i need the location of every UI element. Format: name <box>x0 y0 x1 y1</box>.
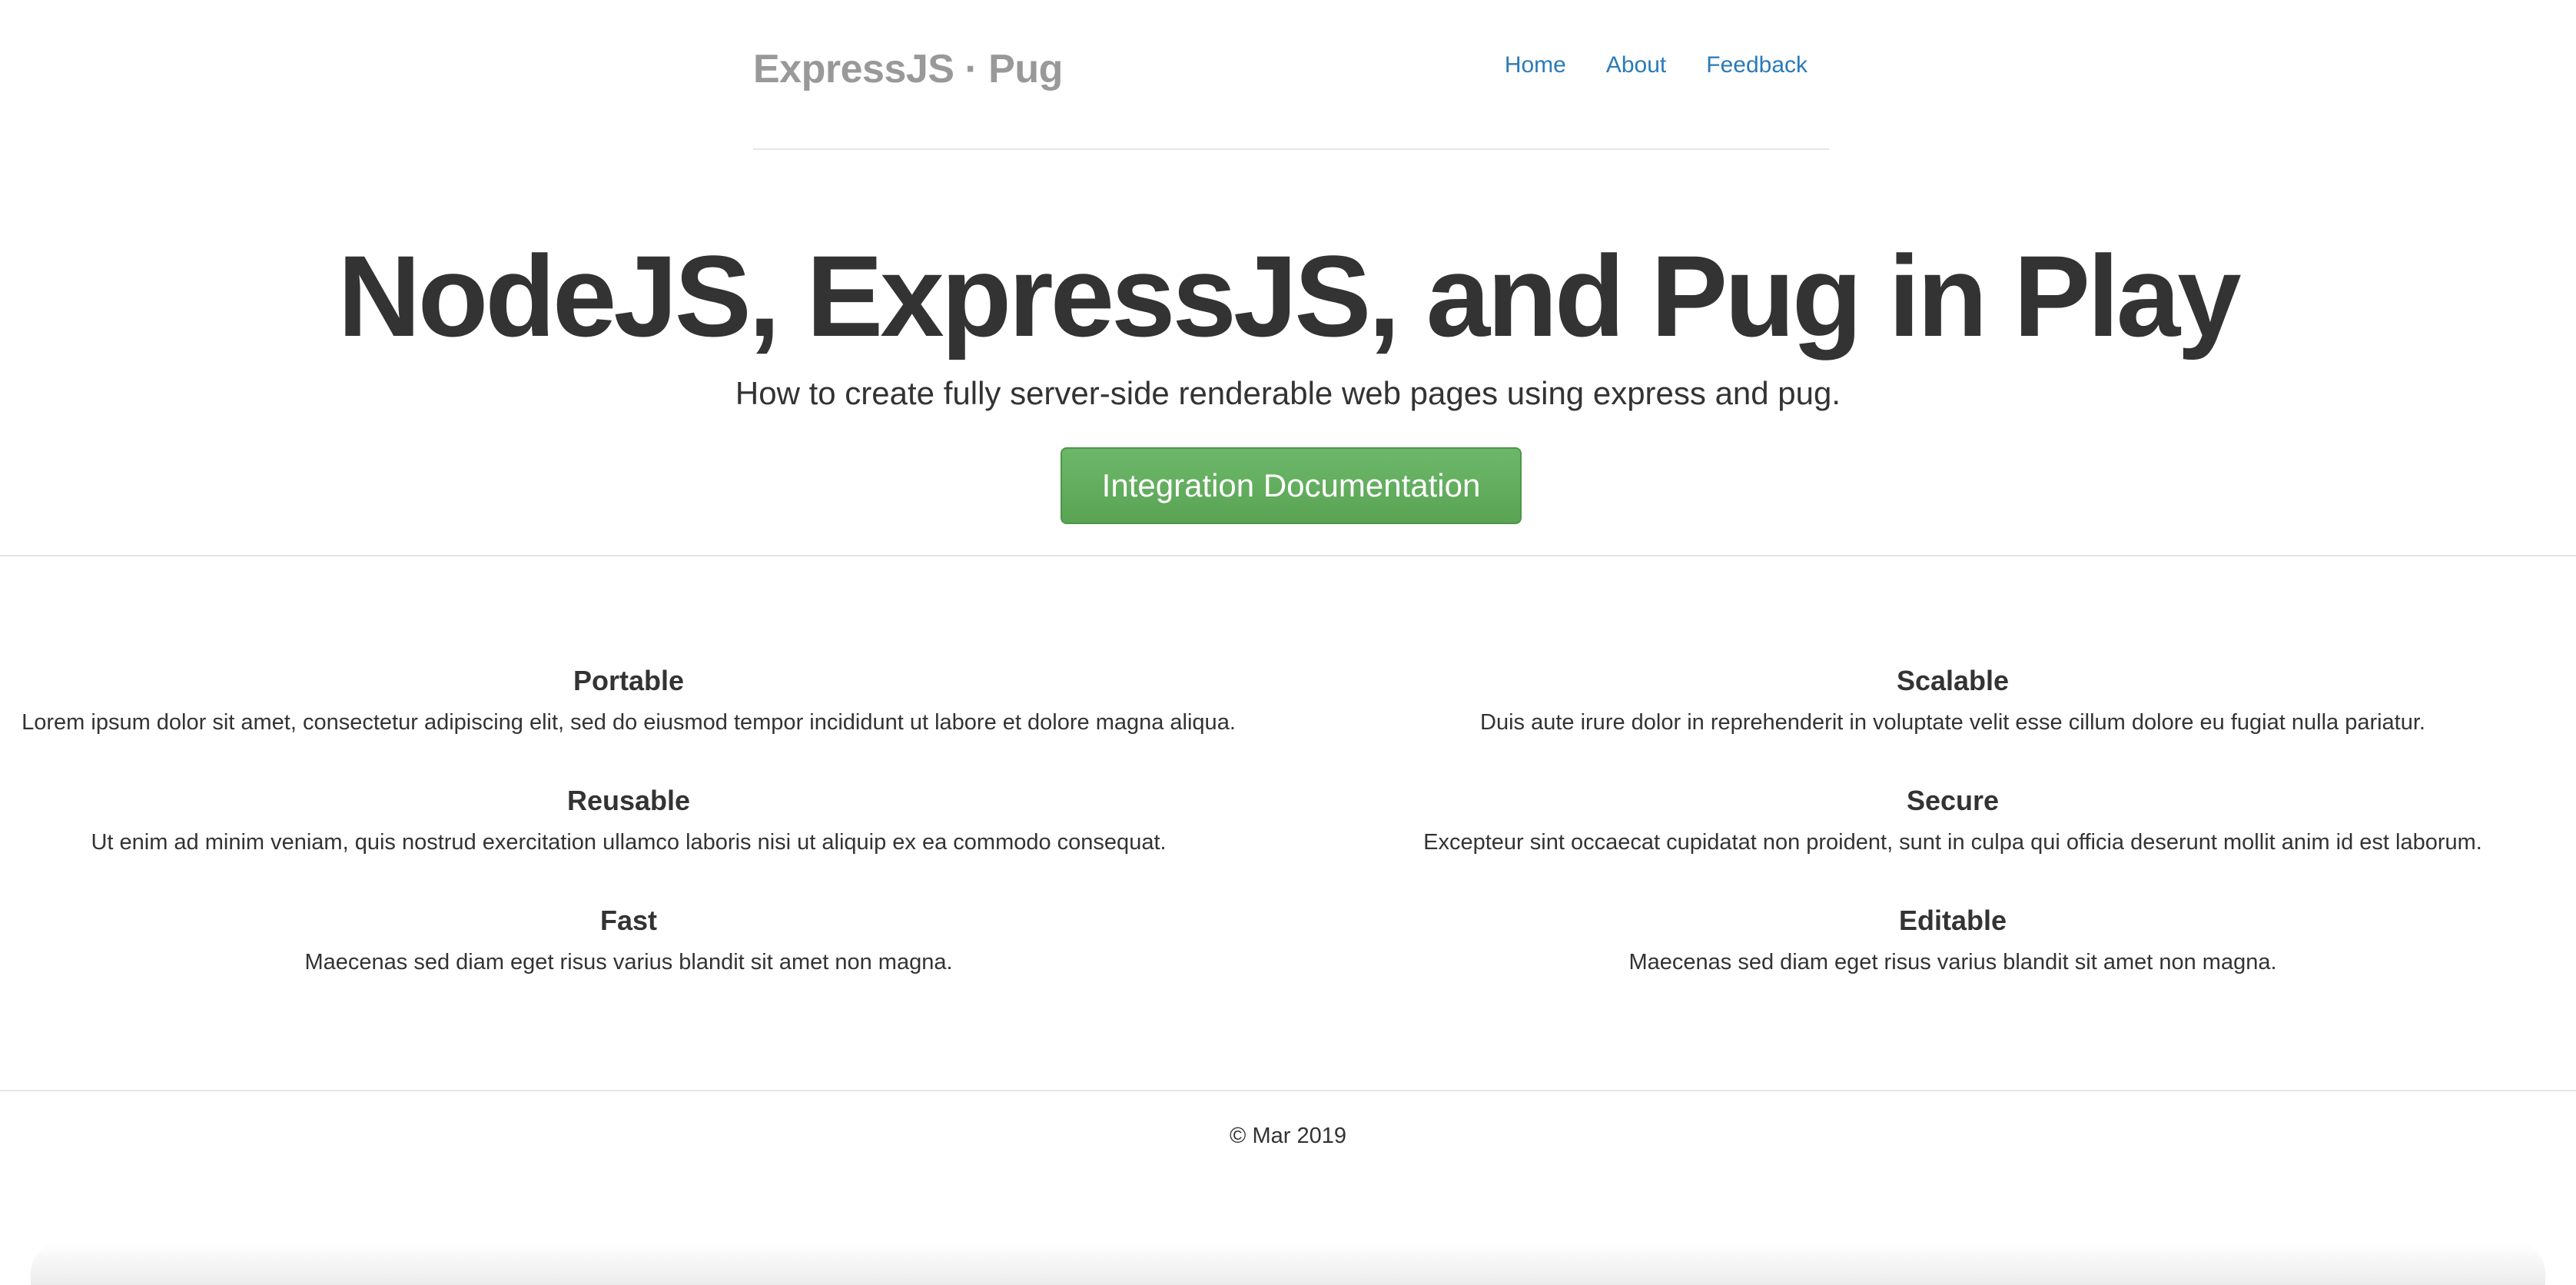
feature-portable: Portable Lorem ipsum dolor sit amet, con… <box>0 664 1257 736</box>
feature-reusable: Reusable Ut enim ad minim veniam, quis n… <box>0 784 1257 856</box>
integration-documentation-button[interactable]: Integration Documentation <box>1061 447 1522 524</box>
feature-text: Maecenas sed diam eget risus varius blan… <box>1628 950 2277 975</box>
feature-editable: Editable Maecenas sed diam eget risus va… <box>1319 904 2576 976</box>
feature-text: Excepteur sint occaecat cupidatat non pr… <box>1423 830 2482 855</box>
feature-scalable: Scalable Duis aute irure dolor in repreh… <box>1319 664 2576 736</box>
hero-lead: How to create fully server-side renderab… <box>735 375 1841 411</box>
feature-title: Reusable <box>566 785 691 816</box>
masthead: ExpressJS · Pug Home About Feedback <box>753 0 1829 150</box>
feature-title: Secure <box>1906 785 2000 816</box>
feature-text: Ut enim ad minim veniam, quis nostrud ex… <box>91 830 1167 855</box>
hero-title: NodeJS, ExpressJS, and Pug in Play <box>337 231 2241 360</box>
feature-fast: Fast Maecenas sed diam eget risus varius… <box>0 904 1257 976</box>
nav-link-home[interactable]: Home <box>1505 52 1566 78</box>
nav-link-about[interactable]: About <box>1606 52 1666 78</box>
feature-title: Scalable <box>1896 665 2010 696</box>
footer-copyright: © Mar 2019 <box>1230 1124 1346 1148</box>
brand-logo-text[interactable]: ExpressJS · Pug <box>753 46 1063 92</box>
feature-title: Fast <box>599 905 658 936</box>
footer-divider <box>0 1090 2576 1091</box>
feature-text: Lorem ipsum dolor sit amet, consectetur … <box>22 710 1236 735</box>
nav-link-feedback[interactable]: Feedback <box>1706 52 1808 78</box>
feature-text: Maecenas sed diam eget risus varius blan… <box>304 950 953 975</box>
page: ExpressJS · Pug Home About Feedback Node… <box>0 0 2576 1285</box>
feature-title: Portable <box>573 665 685 696</box>
window-bottom-shadow <box>31 1242 2545 1285</box>
feature-secure: Secure Excepteur sint occaecat cupidatat… <box>1319 784 2576 856</box>
feature-text: Duis aute irure dolor in reprehenderit i… <box>1480 710 2425 735</box>
section-divider <box>0 555 2576 556</box>
feature-title: Editable <box>1898 905 2007 936</box>
main-nav: Home About Feedback <box>1505 52 1808 78</box>
